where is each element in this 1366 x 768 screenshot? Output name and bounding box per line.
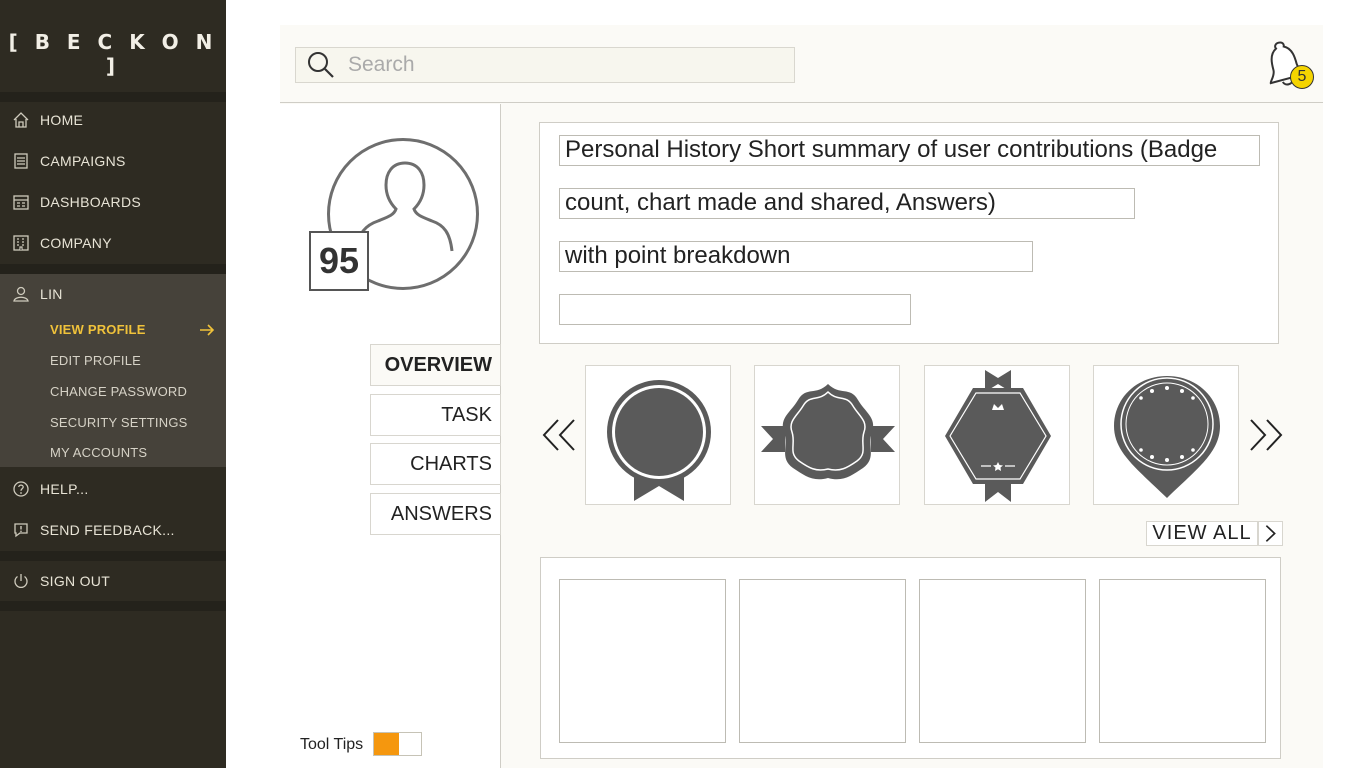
- ribbon-seal-badge-icon: [761, 384, 895, 480]
- rosette-badge-icon: [607, 380, 711, 501]
- feedback-icon: [12, 521, 30, 539]
- home-icon: [12, 111, 30, 129]
- user-icon: [12, 285, 30, 303]
- tooltips-toggle[interactable]: [373, 732, 422, 756]
- badge-rosette[interactable]: [585, 365, 731, 505]
- double-chevron-left-icon[interactable]: [541, 417, 577, 453]
- badge-star-pin[interactable]: [1093, 365, 1239, 505]
- sidebar-item-label: SIGN OUT: [40, 573, 111, 589]
- search-icon: [308, 52, 334, 78]
- sidebar-item-help[interactable]: HELP...: [0, 471, 226, 507]
- sidebar-item-company[interactable]: COMPANY: [0, 225, 226, 261]
- top-bar: 5: [280, 25, 1323, 103]
- content-tile[interactable]: [559, 579, 726, 743]
- tab-task[interactable]: TASK: [370, 394, 501, 436]
- tab-charts[interactable]: CHARTS: [370, 443, 501, 485]
- sidebar-divider: [0, 264, 226, 274]
- sidebar-divider: [0, 601, 226, 611]
- help-icon: [12, 480, 30, 498]
- summary-line: with point breakdown: [559, 241, 1033, 272]
- sidebar-item-label: HELP...: [40, 481, 89, 497]
- search-input[interactable]: [348, 53, 768, 77]
- sidebar-item-label: DASHBOARDS: [40, 194, 142, 210]
- toggle-on-indicator: [374, 733, 399, 755]
- notification-count-badge: 5: [1290, 65, 1314, 89]
- sidebar-item-sign-out[interactable]: SIGN OUT: [0, 563, 226, 599]
- sidebar: [ B E C K O N ] HOME CAMPAIGNS DASHBOARD…: [0, 0, 226, 768]
- submenu-security-settings[interactable]: SECURITY SETTINGS: [50, 415, 188, 430]
- sidebar-divider: [0, 92, 226, 102]
- sidebar-item-label: LIN: [40, 286, 63, 302]
- badge-hexagon-crown[interactable]: [924, 365, 1070, 505]
- double-chevron-right-icon[interactable]: [1248, 417, 1284, 453]
- content-panel: [540, 557, 1281, 759]
- content-tile[interactable]: [739, 579, 906, 743]
- sidebar-item-home[interactable]: HOME: [0, 102, 226, 138]
- campaigns-icon: [12, 152, 30, 170]
- sidebar-item-feedback[interactable]: SEND FEEDBACK...: [0, 512, 226, 548]
- tooltips-label: Tool Tips: [300, 736, 364, 753]
- hexagon-crown-badge-icon: [945, 370, 1051, 502]
- score-badge: 95: [309, 231, 369, 291]
- sidebar-item-user[interactable]: LIN: [0, 276, 226, 312]
- sidebar-divider: [0, 551, 226, 561]
- submenu-view-profile[interactable]: VIEW PROFILE: [50, 322, 146, 337]
- summary-line: count, chart made and shared, Answers): [559, 188, 1135, 219]
- content-tile[interactable]: [1099, 579, 1266, 743]
- search-bar[interactable]: [295, 47, 795, 83]
- summary-line: Personal History Short summary of user c…: [559, 135, 1260, 166]
- summary-line: [559, 294, 911, 325]
- dashboards-icon: [12, 193, 30, 211]
- power-icon: [12, 572, 30, 590]
- view-all-button[interactable]: VIEW ALL: [1146, 521, 1258, 546]
- brand-logo: [ B E C K O N ]: [8, 30, 218, 78]
- submenu-my-accounts[interactable]: MY ACCOUNTS: [50, 445, 147, 460]
- content-tile[interactable]: [919, 579, 1086, 743]
- sidebar-item-label: SEND FEEDBACK...: [40, 522, 175, 538]
- chevron-right-icon[interactable]: [1258, 521, 1283, 546]
- tab-overview[interactable]: OVERVIEW: [370, 344, 501, 386]
- sidebar-item-label: CAMPAIGNS: [40, 153, 126, 169]
- badge-ribbon-seal[interactable]: [754, 365, 900, 505]
- sidebar-item-dashboards[interactable]: DASHBOARDS: [0, 184, 226, 220]
- submenu-change-password[interactable]: CHANGE PASSWORD: [50, 384, 187, 399]
- sidebar-item-label: COMPANY: [40, 235, 112, 251]
- submenu-edit-profile[interactable]: EDIT PROFILE: [50, 353, 141, 368]
- sidebar-item-campaigns[interactable]: CAMPAIGNS: [0, 143, 226, 179]
- star-pin-badge-icon: [1114, 376, 1220, 498]
- personal-history-summary: Personal History Short summary of user c…: [539, 122, 1279, 344]
- company-icon: [12, 234, 30, 252]
- arrow-right-icon: [200, 324, 215, 336]
- main-panel: 5 95 OVERVIEW TASK CHARTS ANSWERS Tool T…: [280, 25, 1323, 768]
- sidebar-item-label: HOME: [40, 112, 84, 128]
- tab-answers[interactable]: ANSWERS: [370, 493, 501, 535]
- profile-column: 95 OVERVIEW TASK CHARTS ANSWERS Tool Tip…: [280, 104, 501, 768]
